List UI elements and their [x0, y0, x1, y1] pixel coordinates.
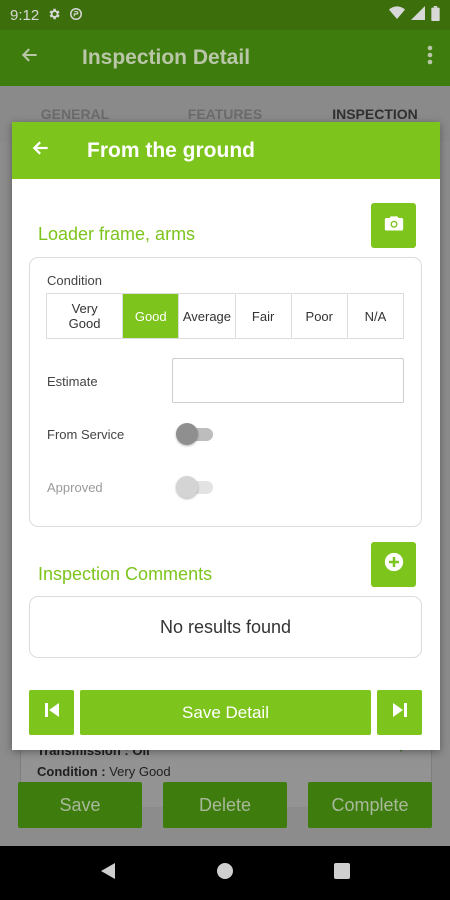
dialog-back-arrow-icon[interactable] — [12, 137, 70, 165]
no-results-text: No results found — [159, 616, 292, 637]
camera-button[interactable] — [371, 203, 416, 248]
more-vert-icon[interactable] — [410, 45, 450, 71]
complete-button[interactable]: Complete — [308, 782, 432, 828]
delete-button[interactable]: Delete — [163, 782, 287, 828]
signal-icon — [411, 6, 425, 24]
system-nav-bar — [0, 846, 450, 900]
settings-status-icon — [47, 7, 61, 23]
skip-next-icon — [392, 702, 408, 723]
back-arrow-icon[interactable] — [0, 44, 60, 72]
inspection-item-dialog: From the ground Loader frame, arms Condi… — [12, 122, 440, 750]
comments-title: Inspection Comments — [38, 564, 213, 584]
estimate-input[interactable] — [172, 358, 404, 403]
background-actions: Save Delete Complete — [0, 782, 450, 832]
next-item-button[interactable] — [377, 690, 422, 735]
nav-recents-icon[interactable] — [334, 862, 350, 884]
dialog-footer: Save Detail — [29, 690, 422, 735]
nav-home-icon[interactable] — [216, 862, 234, 885]
wifi-icon — [389, 6, 405, 24]
battery-icon — [431, 5, 440, 25]
status-time: 9:12 — [10, 6, 40, 24]
from-service-toggle[interactable] — [176, 423, 214, 445]
status-bar: 9:12 — [0, 0, 450, 30]
save-button[interactable]: Save — [18, 782, 142, 828]
save-detail-button[interactable]: Save Detail — [80, 690, 371, 735]
page-title: Inspection Detail — [82, 46, 251, 69]
nav-back-icon[interactable] — [100, 862, 116, 885]
condition-option-average[interactable]: Average — [179, 294, 236, 338]
from-service-label: From Service — [47, 427, 125, 442]
add-circle-icon — [384, 552, 404, 577]
condition-selector: Very Good Good Average Fair Poor N/A — [46, 293, 404, 339]
approved-label: Approved — [47, 480, 103, 495]
background-condition-label: Condition : — [37, 764, 106, 779]
condition-option-poor[interactable]: Poor — [292, 294, 348, 338]
camera-icon — [384, 214, 404, 237]
condition-card: Condition Very Good Good Average Fair Po… — [29, 257, 422, 527]
skip-previous-icon — [44, 702, 60, 723]
app-bar: Inspection Detail — [0, 30, 450, 86]
condition-option-na[interactable]: N/A — [348, 294, 403, 338]
condition-option-very-good[interactable]: Very Good — [47, 294, 124, 338]
background-condition-value: Very Good — [109, 764, 171, 779]
dialog-title: From the ground — [87, 138, 255, 162]
estimate-label: Estimate — [47, 374, 98, 389]
condition-option-fair[interactable]: Fair — [236, 294, 292, 338]
approved-toggle — [176, 476, 214, 498]
background-item-condition: Condition : Very Good — [37, 764, 171, 779]
sync-status-icon — [69, 7, 83, 23]
condition-label: Condition — [47, 273, 102, 288]
section-title: Loader frame, arms — [38, 224, 196, 244]
dialog-header: From the ground — [12, 122, 440, 179]
previous-item-button[interactable] — [29, 690, 74, 735]
comments-list: No results found — [29, 596, 422, 658]
add-comment-button[interactable] — [371, 542, 416, 587]
condition-option-good[interactable]: Good — [123, 294, 180, 338]
